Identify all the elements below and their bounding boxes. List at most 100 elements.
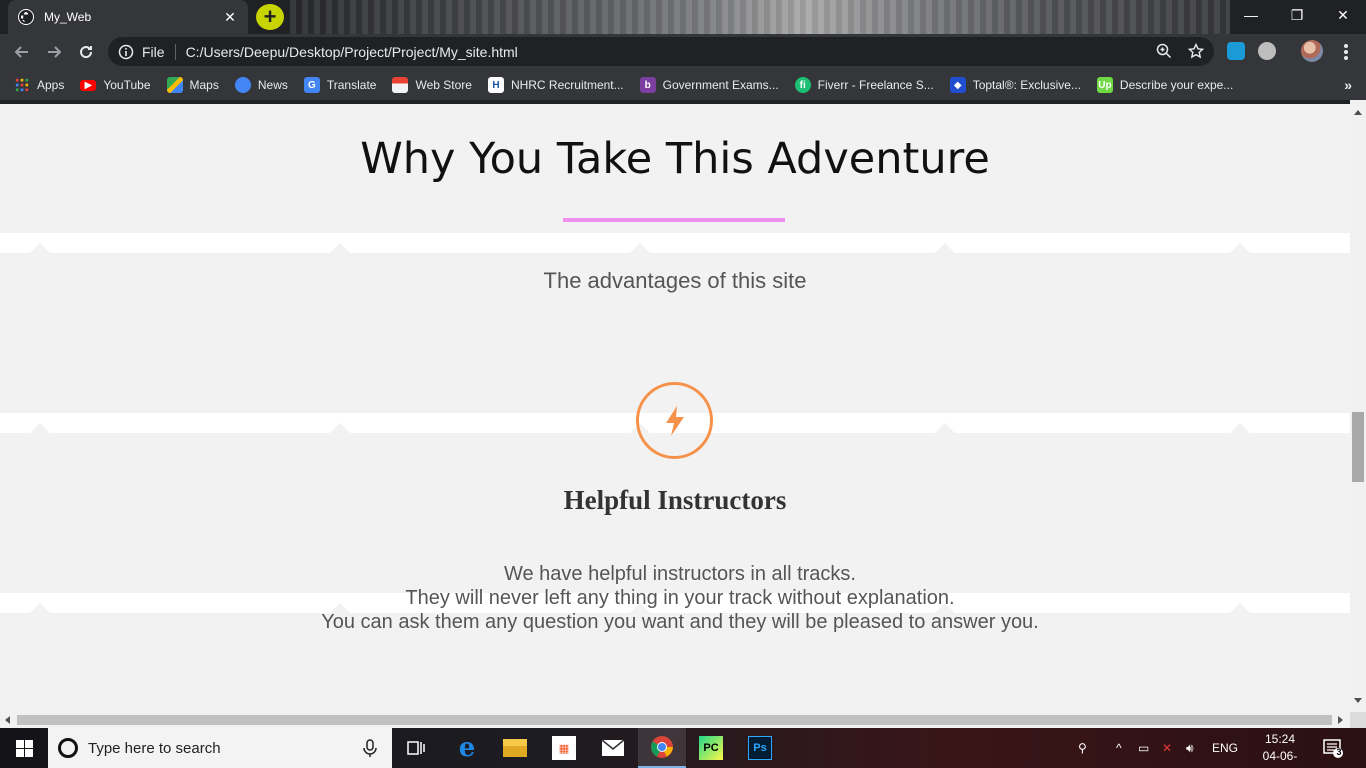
- bookmark-web-store[interactable]: Web Store: [392, 77, 472, 93]
- mail-app-button[interactable]: [589, 728, 637, 768]
- pycharm-app-button[interactable]: PC: [687, 728, 735, 768]
- bookmark-nhrc[interactable]: H NHRC Recruitment...: [487, 77, 624, 93]
- people-icon[interactable]: ⚲: [1078, 728, 1087, 768]
- new-tab-button[interactable]: +: [256, 4, 284, 30]
- address-separator: [174, 43, 176, 60]
- heading-underline: [563, 218, 785, 222]
- edge-app-button[interactable]: e: [443, 728, 491, 768]
- address-url[interactable]: C:/Users/Deepu/Desktop/Project/Project/M…: [186, 44, 518, 60]
- microphone-icon[interactable]: [360, 738, 380, 758]
- bookmark-government-exams[interactable]: b Government Exams...: [639, 77, 779, 93]
- scroll-left-arrow-icon[interactable]: [5, 716, 10, 724]
- file-explorer-app-button[interactable]: [491, 728, 539, 768]
- vertical-scrollbar[interactable]: [1350, 100, 1366, 712]
- reload-button[interactable]: [72, 38, 100, 66]
- address-scheme-label: File: [142, 43, 165, 60]
- horizontal-scrollbar-thumb[interactable]: [17, 715, 1332, 725]
- edge-icon: e: [458, 733, 476, 763]
- bookmark-label: Toptal®: Exclusive...: [972, 78, 1081, 92]
- globe-icon: [18, 9, 34, 25]
- address-bar[interactable]: File C:/Users/Deepu/Desktop/Project/Proj…: [108, 37, 1214, 66]
- bookmark-maps[interactable]: Maps: [166, 77, 219, 93]
- bookmarks-bar: Apps ▶ YouTube Maps News G Translate Web…: [0, 70, 1366, 100]
- windows-taskbar: Type here to search e ▦ PC Ps ⚲ ^ ▭ ✕ 🔊︎…: [0, 728, 1366, 768]
- network-disconnected-icon[interactable]: ✕: [1162, 728, 1172, 768]
- maps-icon: [166, 77, 183, 93]
- bookmarks-overflow-icon[interactable]: »: [1344, 77, 1352, 93]
- restore-button[interactable]: ❐: [1274, 0, 1320, 30]
- task-view-button[interactable]: [392, 728, 440, 768]
- tab-close-icon[interactable]: ✕: [222, 9, 238, 26]
- taskbar-search-box[interactable]: Type here to search: [48, 728, 392, 768]
- notification-count: 3: [1336, 747, 1342, 757]
- minimize-button[interactable]: —: [1228, 0, 1274, 30]
- pycharm-icon: PC: [699, 736, 723, 760]
- arrow-left-icon: [14, 46, 28, 58]
- bookmark-youtube[interactable]: ▶ YouTube: [80, 78, 151, 92]
- feature-line: You can ask them any question you want a…: [321, 611, 1039, 633]
- scroll-down-arrow-icon[interactable]: [1354, 698, 1362, 703]
- profile-avatar[interactable]: [1301, 40, 1323, 62]
- photoshop-icon: Ps: [748, 736, 772, 760]
- news-icon: [234, 77, 251, 93]
- cortana-circle-icon: [58, 738, 78, 758]
- bookmark-label: Describe your expe...: [1119, 78, 1234, 92]
- bookmark-star-icon[interactable]: [1188, 43, 1204, 59]
- bookmark-label: News: [257, 78, 288, 92]
- bookmark-upwork[interactable]: Up Describe your expe...: [1096, 77, 1234, 93]
- extension-2-icon[interactable]: [1258, 42, 1276, 60]
- web-store-icon: [392, 77, 409, 93]
- bookmark-apps[interactable]: Apps: [14, 77, 64, 93]
- translate-icon: G: [303, 77, 320, 93]
- bookmark-fiverr[interactable]: fi Fiverr - Freelance S...: [794, 77, 934, 93]
- title-bar: My_Web ✕ + — ❐ ✕: [0, 0, 1366, 34]
- browser-tab[interactable]: My_Web ✕: [8, 0, 248, 34]
- upwork-icon: Up: [1096, 77, 1113, 93]
- fiverr-icon: fi: [794, 77, 811, 93]
- arrow-right-icon: [48, 46, 62, 58]
- photoshop-app-button[interactable]: Ps: [736, 728, 784, 768]
- start-button[interactable]: [0, 728, 48, 768]
- title-bar-background-art: [290, 0, 1230, 34]
- bookmark-translate[interactable]: G Translate: [303, 77, 376, 93]
- bookmark-label: Web Store: [415, 78, 472, 92]
- lightning-bolt-icon: [636, 382, 713, 459]
- tab-title: My_Web: [44, 10, 92, 24]
- taskbar-search-placeholder: Type here to search: [88, 739, 221, 757]
- battery-icon[interactable]: ▭: [1138, 728, 1149, 768]
- show-hidden-icons-icon[interactable]: ^: [1116, 728, 1122, 768]
- clock-time: 15:24: [1264, 732, 1296, 746]
- scroll-up-arrow-icon[interactable]: [1354, 110, 1362, 115]
- store-icon: ▦: [552, 736, 576, 760]
- nhrc-icon: H: [487, 77, 504, 93]
- extension-icon[interactable]: [1227, 42, 1245, 60]
- bookmark-news[interactable]: News: [234, 77, 288, 93]
- action-center-button[interactable]: 3: [1322, 737, 1344, 759]
- task-view-icon: [407, 741, 425, 755]
- chrome-icon: [651, 736, 673, 758]
- page-viewport: Why You Take This Adventure The advantag…: [0, 100, 1366, 728]
- forward-button[interactable]: [40, 38, 68, 66]
- language-indicator[interactable]: ENG: [1212, 728, 1238, 768]
- vertical-scrollbar-thumb[interactable]: [1352, 412, 1364, 482]
- back-button[interactable]: [8, 38, 36, 66]
- taskbar-clock[interactable]: 15:24 04-06-2020: [1252, 731, 1308, 768]
- store-app-button[interactable]: ▦: [540, 728, 588, 768]
- feature-title: Helpful Instructors: [563, 485, 787, 515]
- horizontal-scrollbar[interactable]: [0, 712, 1350, 728]
- browser-menu-icon[interactable]: [1336, 42, 1356, 62]
- page-heading: Why You Take This Adventure: [360, 134, 990, 184]
- feature-line: We have helpful instructors in all track…: [503, 563, 856, 585]
- chrome-app-button[interactable]: [638, 728, 686, 768]
- bookmark-label: YouTube: [103, 78, 151, 92]
- scroll-right-arrow-icon[interactable]: [1338, 716, 1343, 724]
- bookmark-label: NHRC Recruitment...: [510, 78, 624, 92]
- volume-icon[interactable]: 🔊︎: [1186, 728, 1194, 768]
- windows-logo-icon: [15, 739, 33, 757]
- zoom-icon[interactable]: [1156, 43, 1172, 59]
- bookmark-toptal[interactable]: ◆ Toptal®: Exclusive...: [949, 77, 1081, 93]
- close-window-button[interactable]: ✕: [1320, 0, 1366, 30]
- bookmark-label: Fiverr - Freelance S...: [817, 78, 934, 92]
- info-icon[interactable]: [118, 44, 134, 60]
- file-explorer-icon: [503, 739, 527, 757]
